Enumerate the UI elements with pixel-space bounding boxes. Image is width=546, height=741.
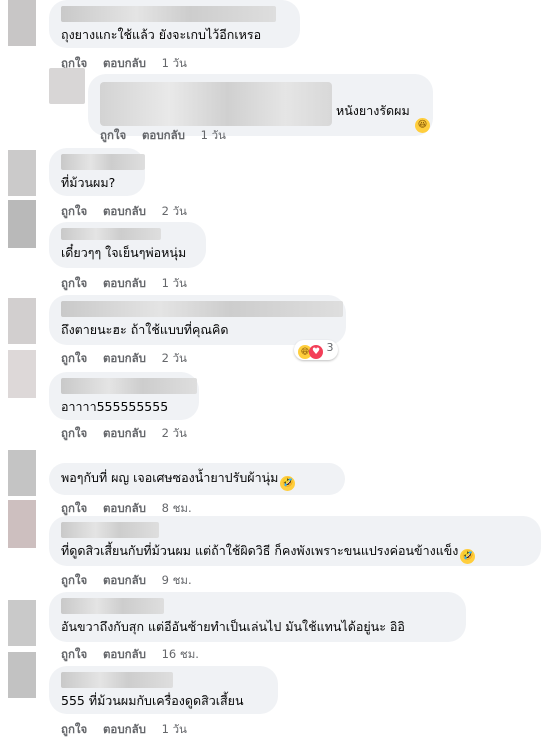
comment-bubble: เดี๋ยวๆๆ ใจเย็นๆพ่อหนุ่ม — [49, 222, 206, 268]
reply-link[interactable]: ตอบกลับ — [103, 501, 146, 515]
avatar[interactable] — [8, 500, 36, 548]
comment-actions: ถูกใจ ตอบกลับ 16 ชม. — [61, 646, 211, 664]
reply-link[interactable]: ตอบกลับ — [103, 647, 146, 661]
comment-bubble: ถึงตายนะฮะ ถ้าใช้แบบที่คุณคิด — [49, 295, 346, 345]
author-name[interactable] — [61, 154, 145, 170]
comment-actions: ถูกใจ ตอบกลับ 1 วัน — [61, 721, 199, 739]
timestamp[interactable]: 8 ชม. — [162, 501, 192, 515]
like-link[interactable]: ถูกใจ — [61, 426, 87, 440]
author-name[interactable] — [61, 672, 173, 688]
comment-text: หนังยางรัดผม — [336, 103, 410, 118]
like-link[interactable]: ถูกใจ — [61, 351, 87, 365]
laughing-emoji-icon: 😆 — [415, 118, 430, 133]
avatar[interactable] — [8, 600, 36, 646]
reply-link[interactable]: ตอบกลับ — [103, 722, 146, 736]
timestamp[interactable]: 1 วัน — [162, 276, 187, 290]
reaction-summary[interactable]: 😆 ♥ 3 — [294, 340, 338, 360]
avatar[interactable] — [8, 0, 36, 46]
avatar[interactable] — [49, 68, 85, 104]
timestamp[interactable]: 1 วัน — [201, 128, 226, 142]
reply-link[interactable]: ตอบกลับ — [103, 426, 146, 440]
like-link[interactable]: ถูกใจ — [100, 128, 126, 142]
avatar[interactable] — [8, 350, 36, 398]
comment-text: อันขวาถึงกับสุก แต่อีอันซ้ายทำเป็นเล่นไป… — [61, 619, 405, 634]
timestamp[interactable]: 2 วัน — [162, 204, 187, 218]
comment-text: เดี๋ยวๆๆ ใจเย็นๆพ่อหนุ่ม — [61, 245, 187, 260]
reaction-count: 3 — [326, 341, 334, 354]
rofl-emoji-icon: 🤣 — [460, 549, 476, 564]
timestamp[interactable]: 1 วัน — [162, 56, 187, 70]
comment-bubble: ที่ม้วนผม? — [49, 148, 145, 196]
comment-bubble: พอๆกับที่ ผญ เจอเศษซองน้ำยาปรับผ้านุ่ม 🤣 — [49, 463, 345, 495]
comment-actions: ถูกใจ ตอบกลับ 1 วัน — [61, 275, 199, 293]
comment-actions: ถูกใจ ตอบกลับ 2 วัน — [61, 350, 199, 368]
love-reaction-icon: ♥ — [309, 345, 323, 359]
comment-actions: ถูกใจ ตอบกลับ 2 วัน — [61, 425, 199, 443]
like-link[interactable]: ถูกใจ — [61, 276, 87, 290]
like-link[interactable]: ถูกใจ — [61, 501, 87, 515]
comment-text: 555 ที่ม้วนผมกับเครื่องดูดสิวเสี้ยน — [61, 693, 244, 708]
reply-link[interactable]: ตอบกลับ — [103, 204, 146, 218]
author-name[interactable] — [61, 228, 161, 240]
comment-bubble: ที่ดูดสิวเสี้ยนกับที่ม้วนผม แต่ถ้าใช้ผิด… — [49, 516, 541, 566]
blurred-content — [100, 82, 332, 126]
comment-text: ถึงตายนะฮะ ถ้าใช้แบบที่คุณคิด — [61, 322, 229, 337]
like-link[interactable]: ถูกใจ — [61, 647, 87, 661]
comment-text: ที่ม้วนผม? — [61, 175, 116, 190]
reply-link[interactable]: ตอบกลับ — [103, 56, 146, 70]
comment-text: ถุงยางแกะใช้แล้ว ยังจะเกบไว้อีกเหรอ — [61, 27, 262, 42]
author-name[interactable] — [61, 522, 159, 538]
author-name[interactable] — [61, 598, 164, 614]
comment-actions: ถูกใจ ตอบกลับ 9 ชม. — [61, 572, 204, 590]
author-name[interactable] — [61, 378, 197, 394]
author-name[interactable] — [61, 6, 276, 22]
rofl-emoji-icon: 🤣 — [280, 476, 296, 491]
comment-bubble: อาาาา555555555 — [49, 372, 199, 420]
timestamp[interactable]: 9 ชม. — [162, 573, 192, 587]
reply-link[interactable]: ตอบกลับ — [103, 573, 146, 587]
timestamp[interactable]: 16 ชม. — [162, 647, 199, 661]
reply-link[interactable]: ตอบกลับ — [103, 351, 146, 365]
like-link[interactable]: ถูกใจ — [61, 204, 87, 218]
comment-text: พอๆกับที่ ผญ เจอเศษซองน้ำยาปรับผ้านุ่ม 🤣 — [61, 469, 333, 491]
author-name[interactable] — [61, 301, 343, 317]
comment-text: ที่ดูดสิวเสี้ยนกับที่ม้วนผม แต่ถ้าใช้ผิด… — [61, 542, 529, 564]
comment-actions: ถูกใจ ตอบกลับ 2 วัน — [61, 203, 199, 221]
like-link[interactable]: ถูกใจ — [61, 722, 87, 736]
comment-bubble: 555 ที่ม้วนผมกับเครื่องดูดสิวเสี้ยน — [49, 666, 278, 714]
timestamp[interactable]: 2 วัน — [162, 426, 187, 440]
reply-link[interactable]: ตอบกลับ — [142, 128, 185, 142]
like-link[interactable]: ถูกใจ — [61, 573, 87, 587]
comment-bubble: ถุงยางแกะใช้แล้ว ยังจะเกบไว้อีกเหรอ — [49, 0, 300, 48]
timestamp[interactable]: 1 วัน — [162, 722, 187, 736]
comment-actions: ถูกใจ ตอบกลับ 1 วัน — [100, 127, 238, 145]
timestamp[interactable]: 2 วัน — [162, 351, 187, 365]
comment-text: อาาาา555555555 — [61, 399, 169, 414]
avatar[interactable] — [8, 200, 36, 248]
comment-bubble: อันขวาถึงกับสุก แต่อีอันซ้ายทำเป็นเล่นไป… — [49, 592, 466, 642]
avatar[interactable] — [8, 652, 36, 698]
avatar[interactable] — [8, 298, 36, 344]
avatar[interactable] — [8, 450, 36, 496]
avatar[interactable] — [8, 150, 36, 196]
reply-link[interactable]: ตอบกลับ — [103, 276, 146, 290]
